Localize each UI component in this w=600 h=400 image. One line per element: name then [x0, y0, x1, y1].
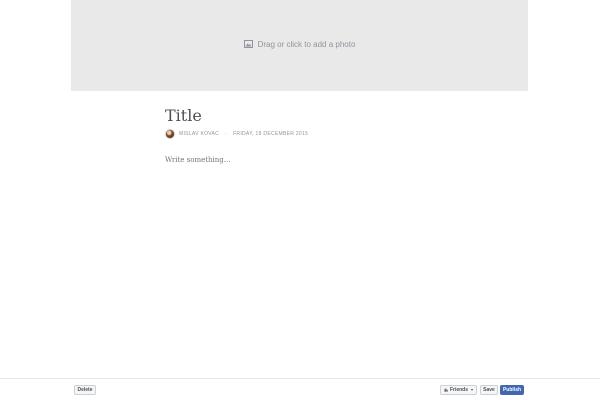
cover-photo-prompt: Drag or click to add a photo	[243, 39, 356, 49]
author-name[interactable]: MISLAV KOVAC	[179, 131, 219, 137]
byline-separator: ·	[225, 131, 228, 137]
publish-date: FRIDAY, 18 DECEMBER 2015	[233, 131, 309, 137]
photo-icon	[243, 40, 253, 48]
audience-label: Friends	[449, 387, 468, 393]
audience-selector[interactable]: Friends	[440, 385, 477, 395]
byline: MISLAV KOVAC · FRIDAY, 18 DECEMBER 2015	[165, 129, 308, 139]
cover-photo-label: Drag or click to add a photo	[257, 39, 356, 49]
save-button[interactable]: Save	[480, 385, 498, 395]
chevron-down-icon	[471, 389, 473, 391]
delete-button[interactable]: Delete	[74, 385, 96, 395]
publish-button-label: Publish	[502, 387, 522, 393]
publish-button[interactable]: Publish	[500, 385, 524, 395]
cover-photo-dropzone[interactable]: Drag or click to add a photo	[71, 0, 528, 91]
editor-footer: Delete Friends Save Publish	[0, 378, 600, 400]
note-title[interactable]: Title	[165, 106, 202, 125]
friends-icon	[444, 388, 448, 392]
note-body-input[interactable]	[165, 156, 435, 164]
note-editor: Drag or click to add a photo Title MISLA…	[0, 0, 600, 400]
save-button-label: Save	[483, 387, 495, 393]
avatar	[165, 129, 175, 139]
delete-button-label: Delete	[77, 387, 93, 393]
